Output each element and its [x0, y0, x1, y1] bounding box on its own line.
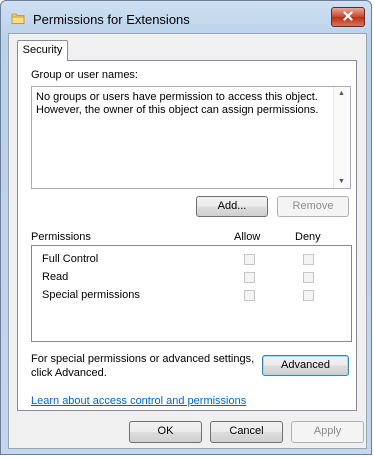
permission-name: Full Control	[42, 253, 99, 265]
advanced-button[interactable]: Advanced	[262, 355, 349, 376]
deny-full-control-checkbox[interactable]	[303, 254, 314, 265]
permission-name: Read	[42, 271, 69, 283]
permission-row: Full Control	[42, 253, 98, 267]
no-permission-message: No groups or users have permission to ac…	[36, 91, 319, 116]
deny-read-checkbox[interactable]	[303, 272, 314, 283]
permissions-header: Permissions	[31, 231, 91, 243]
remove-button[interactable]: Remove	[277, 196, 349, 217]
cancel-button[interactable]: Cancel	[210, 421, 283, 443]
ok-button[interactable]: OK	[129, 421, 202, 443]
close-icon	[343, 10, 353, 24]
title-bar[interactable]: Permissions for Extensions	[1, 1, 371, 35]
add-button[interactable]: Add...	[196, 196, 268, 217]
deny-special-permissions-checkbox[interactable]	[303, 290, 314, 301]
group-names-label: Group or user names:	[31, 69, 138, 81]
allow-full-control-checkbox[interactable]	[244, 254, 255, 265]
deny-column-header: Deny	[295, 231, 321, 243]
close-button[interactable]	[331, 7, 365, 27]
tab-security[interactable]: Security	[17, 40, 68, 61]
folder-icon	[11, 11, 25, 25]
permissions-dialog: Permissions for Extensions Security Grou…	[0, 0, 372, 455]
advanced-note-line2: click Advanced.	[31, 367, 107, 379]
advanced-note-line1: For special permissions or advanced sett…	[31, 353, 255, 365]
permission-row: Read	[42, 271, 68, 285]
scroll-down-icon[interactable]: ▼	[338, 178, 345, 185]
permission-name: Special permissions	[42, 289, 140, 301]
vertical-scrollbar[interactable]: ▲ ▼	[333, 87, 350, 188]
apply-button[interactable]: Apply	[291, 421, 364, 443]
group-names-list[interactable]: No groups or users have permission to ac…	[31, 86, 351, 189]
allow-special-permissions-checkbox[interactable]	[244, 290, 255, 301]
security-tab-panel: Group or user names: No groups or users …	[17, 60, 357, 411]
allow-read-checkbox[interactable]	[244, 272, 255, 283]
scroll-up-icon[interactable]: ▲	[338, 90, 345, 97]
help-link[interactable]: Learn about access control and permissio…	[31, 395, 246, 407]
dialog-client-area: Security Group or user names: No groups …	[8, 33, 367, 449]
window-title: Permissions for Extensions	[33, 12, 190, 27]
allow-column-header: Allow	[234, 231, 261, 243]
permission-row: Special permissions	[42, 289, 140, 303]
permissions-list: Full Control Read Special permissions	[31, 245, 352, 342]
